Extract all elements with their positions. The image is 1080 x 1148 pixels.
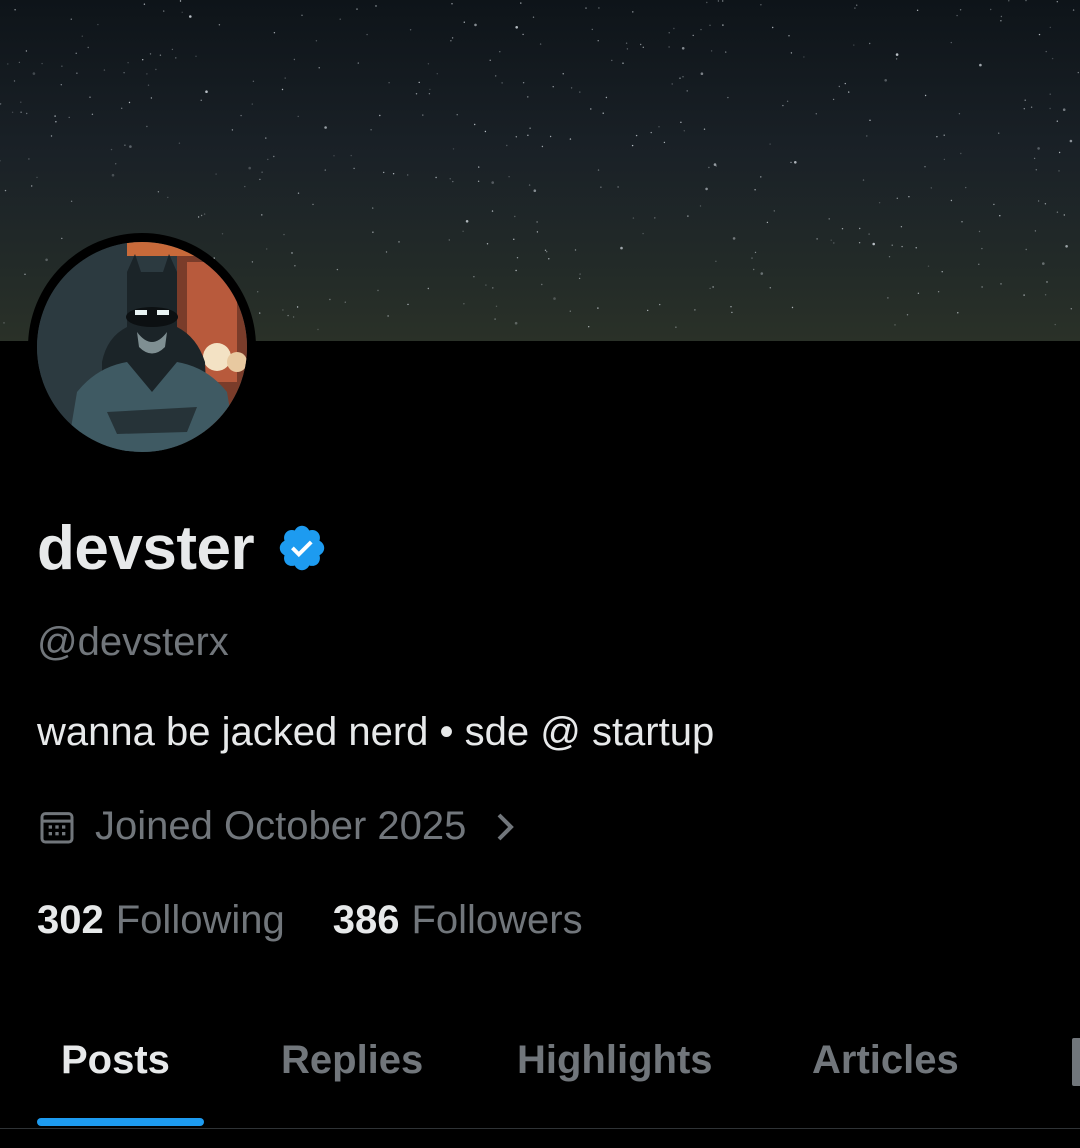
followers-count: 386 bbox=[332, 898, 400, 942]
profile-avatar[interactable] bbox=[28, 233, 256, 461]
profile-handle: @devsterx bbox=[37, 620, 229, 664]
tab-replies[interactable]: Replies bbox=[281, 1038, 423, 1083]
tab-overflow-partial[interactable] bbox=[1072, 1038, 1080, 1086]
following-count: 302 bbox=[37, 898, 104, 942]
joined-date-row[interactable]: Joined October 2025 bbox=[37, 804, 520, 849]
verified-badge-icon[interactable] bbox=[276, 522, 328, 574]
joined-date-text: Joined October 2025 bbox=[95, 804, 467, 848]
tab-highlights[interactable]: Highlights bbox=[517, 1038, 713, 1083]
profile-bio: wanna be jacked nerd • sde @ startup bbox=[37, 710, 715, 754]
tab-articles[interactable]: Articles bbox=[812, 1038, 959, 1083]
follow-stats: 302 Following 386 Followers bbox=[37, 898, 583, 943]
profile-tabs: Posts Replies Highlights Articles bbox=[0, 1010, 1080, 1129]
chevron-right-icon bbox=[497, 813, 515, 840]
display-name: devster bbox=[37, 513, 255, 583]
followers-label: Followers bbox=[411, 898, 583, 942]
avatar-image bbox=[37, 242, 247, 452]
active-tab-indicator bbox=[37, 1118, 204, 1126]
followers-link[interactable]: 386 Followers bbox=[333, 898, 583, 943]
tab-posts[interactable]: Posts bbox=[61, 1038, 170, 1083]
calendar-icon bbox=[40, 811, 74, 843]
display-name-row: devster bbox=[37, 512, 328, 584]
following-label: Following bbox=[115, 898, 285, 942]
following-link[interactable]: 302 Following bbox=[37, 898, 285, 943]
